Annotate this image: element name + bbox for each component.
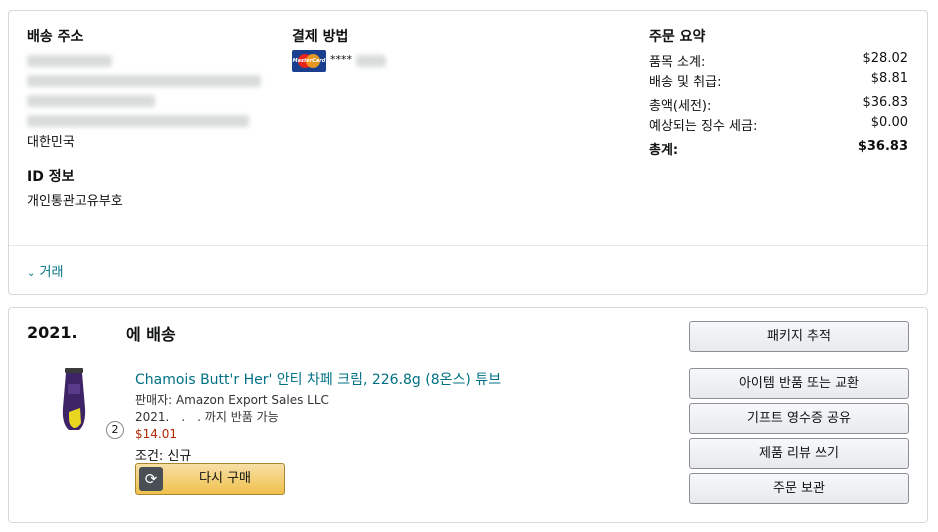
mastercard-icon: MasterCard [292,50,326,72]
buy-again-button[interactable]: ⟳ 다시 구매 [135,463,285,495]
pretax-total-value: $36.83 [862,95,909,110]
transactions-label: 거래 [39,265,64,280]
customs-id-label: 개인통관고유부호 [27,194,123,209]
return-or-replace-button[interactable]: 아이템 반품 또는 교환 [689,368,909,399]
delivery-year: 2021. [27,323,78,342]
shipping-fee-value: $8.81 [870,71,908,86]
estimated-tax-label: 예상되는 징수 세금: [649,119,758,134]
item-condition: 조건: 신규 [135,449,192,464]
delivery-status: 에 배송 [126,325,176,344]
grand-total-value: $36.83 [857,139,908,154]
redacted-address-line [27,115,249,127]
transactions-toggle[interactable]: ⌄ 거래 [27,261,63,280]
pretax-total-label: 총액(세전): [649,99,712,114]
shipping-address-heading: 배송 주소 [27,29,84,45]
chevron-down-icon: ⌄ [27,268,36,279]
grand-total-label: 총계: [649,143,679,158]
seller-label: 판매자: Amazon Export Sales LLC [135,393,329,407]
quantity-badge: 2 [106,421,124,439]
redacted-card-digits [356,55,386,67]
card-number-mask: **** [330,53,352,66]
estimated-tax-value: $0.00 [870,115,908,130]
divider [9,245,927,246]
order-summary-heading: 주문 요약 [649,29,706,45]
return-window: 2021. . . 까지 반품 가능 [135,410,279,424]
write-review-button[interactable]: 제품 리뷰 쓰기 [689,438,909,469]
order-details-card: 배송 주소 대한민국 ID 정보 개인통관고유부호 결제 방법 MasterCa… [8,10,928,295]
shipping-fee-label: 배송 및 취급: [649,75,722,90]
shipment-card: 2021. 에 배송 2 Chamois Butt'r Her' 안티 차페 크… [8,307,928,523]
redacted-address-line [27,75,261,87]
id-info-heading: ID 정보 [27,169,75,185]
redacted-address-line [27,95,155,107]
subtotal-value: $28.02 [862,51,909,66]
payment-method-heading: 결제 방법 [292,29,349,45]
buy-again-label: 다시 구매 [199,471,251,486]
subtotal-label: 품목 소계: [649,55,706,70]
address-country: 대한민국 [27,135,75,150]
item-price: $14.01 [135,427,177,441]
reorder-icon: ⟳ [139,467,163,491]
archive-order-button[interactable]: 주문 보관 [689,473,909,504]
product-image[interactable] [59,368,89,432]
redacted-name [27,55,112,67]
share-gift-receipt-button[interactable]: 기프트 영수증 공유 [689,403,909,434]
track-package-button[interactable]: 패키지 추적 [689,321,909,352]
product-title-link[interactable]: Chamois Butt'r Her' 안티 차페 크림, 226.8g (8온… [135,369,501,389]
